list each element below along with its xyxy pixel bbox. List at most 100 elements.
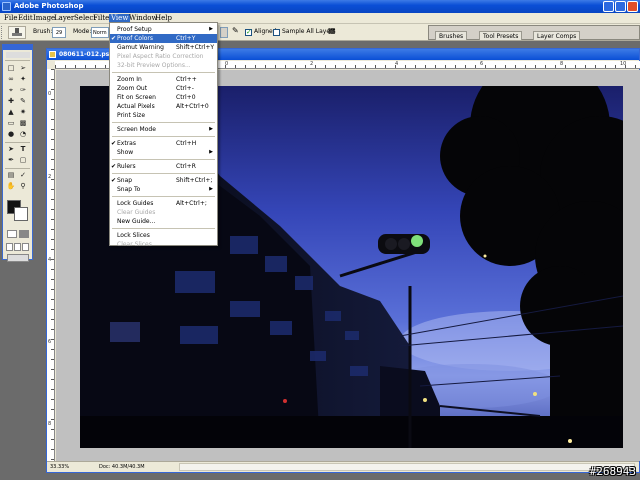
eraser-tool-icon[interactable]: ▭: [6, 119, 16, 128]
menu-item-shortcut: Alt+Ctrl+0: [176, 103, 209, 110]
ruler-top-label: 0: [225, 61, 229, 67]
view-menu-item-show[interactable]: Show ▶: [110, 148, 217, 157]
document-size[interactable]: Doc: 40.3M/40.3M: [99, 464, 145, 470]
view-menu-item-32-bit-preview-options: 32-bit Preview Options...: [110, 61, 217, 70]
view-menu-item-print-size[interactable]: Print Size: [110, 111, 217, 120]
menu-item-shortcut: Ctrl++: [176, 76, 197, 83]
view-menu-item-zoom-in[interactable]: Zoom In Ctrl++: [110, 75, 217, 84]
view-menu-item-rulers[interactable]: ✔ Rulers Ctrl+R: [110, 162, 217, 171]
menu-item-label: New Guide...: [117, 218, 156, 225]
gradient-tool-icon[interactable]: ▩: [18, 119, 28, 128]
eyedropper-tool-icon[interactable]: ✓: [18, 171, 28, 180]
menu-bar: File Edit Image Layer Select Filter View…: [0, 13, 640, 24]
tab-layer-comps[interactable]: Layer Comps: [533, 31, 581, 40]
blur-tool-icon[interactable]: ●: [6, 130, 16, 139]
ruler-top-label: 6: [480, 61, 484, 67]
tab-tool-presets[interactable]: Tool Presets: [479, 31, 523, 40]
hand-tool-icon[interactable]: ✋: [6, 182, 16, 191]
screen-mode-full-menu-icon[interactable]: [14, 243, 21, 251]
checkmark-icon: ✔: [111, 35, 117, 42]
document-icon: [49, 51, 56, 58]
toolbox-divider: [5, 168, 30, 169]
jump-to-imageready-icon[interactable]: [7, 254, 29, 262]
quick-mask-mode-icon[interactable]: [19, 230, 29, 238]
submenu-arrow-icon: ▶: [209, 126, 213, 132]
view-menu-item-extras[interactable]: ✔ Extras Ctrl+H: [110, 139, 217, 148]
photoshop-app-icon: [2, 2, 11, 11]
menu-item-label: Snap: [117, 177, 133, 184]
view-menu-item-lock-slices[interactable]: Lock Slices: [110, 231, 217, 240]
view-menu-item-actual-pixels[interactable]: Actual Pixels Alt+Ctrl+0: [110, 102, 217, 111]
mode-value: Norm: [93, 30, 107, 36]
submenu-arrow-icon: ▶: [209, 149, 213, 155]
background-color-swatch[interactable]: [14, 207, 28, 221]
brush-tool-icon[interactable]: ✎: [18, 97, 28, 106]
crop-tool-icon[interactable]: ⌖: [6, 86, 16, 95]
clone-stamp-icon[interactable]: ▲: [6, 108, 16, 117]
shape-tool-icon[interactable]: ▢: [18, 156, 28, 165]
view-menu-item-clear-slices: Clear Slices: [110, 240, 217, 249]
view-menu-item-new-guide[interactable]: New Guide...: [110, 217, 217, 226]
zoom-level[interactable]: 33.33%: [50, 464, 69, 470]
view-menu-item-lock-guides[interactable]: Lock Guides Alt+Ctrl+;: [110, 199, 217, 208]
mode-dropdown-arrow-icon[interactable]: [220, 27, 228, 38]
view-menu-item-fit-on-screen[interactable]: Fit on Screen Ctrl+0: [110, 93, 217, 102]
options-grip[interactable]: [1, 26, 4, 39]
ruler-top-label: 2: [310, 61, 314, 67]
view-menu-dropdown: Proof Setup ▶ ✔ Proof Colors Ctrl+Y Gamut War…: [109, 22, 218, 249]
close-icon[interactable]: [627, 1, 638, 12]
notes-tool-icon[interactable]: ▤: [6, 171, 16, 180]
marquee-tool-icon[interactable]: □: [6, 64, 16, 73]
history-brush-icon[interactable]: ✷: [18, 108, 28, 117]
menu-item-label: Snap To: [117, 186, 141, 193]
minimize-icon[interactable]: [603, 1, 614, 12]
vertical-ruler[interactable]: 0 2 4 6 8: [47, 69, 55, 461]
aligned-checkbox[interactable]: [245, 28, 252, 36]
screen-mode-full-icon[interactable]: [22, 243, 29, 251]
view-menu-item-zoom-out[interactable]: Zoom Out Ctrl+-: [110, 84, 217, 93]
view-menu-item-pixel-aspect-ratio-correction: Pixel Aspect Ratio Correction: [110, 52, 217, 61]
submenu-arrow-icon: ▶: [209, 186, 213, 192]
healing-brush-tool-icon[interactable]: ✚: [6, 97, 16, 106]
mode-select[interactable]: Norm: [91, 27, 109, 38]
ruler-left-label: 8: [48, 421, 52, 427]
menu-separator: [112, 122, 215, 123]
menu-item-shortcut: Alt+Ctrl+;: [176, 200, 207, 207]
dodge-tool-icon[interactable]: ◔: [18, 130, 28, 139]
view-menu-item-proof-setup[interactable]: Proof Setup ▶: [110, 25, 217, 34]
menu-separator: [112, 136, 215, 137]
clone-stamp-tool-icon[interactable]: [8, 26, 26, 39]
view-menu-item-screen-mode[interactable]: Screen Mode ▶: [110, 125, 217, 134]
standard-mode-icon[interactable]: [7, 230, 17, 238]
brush-size: 29: [55, 30, 63, 36]
move-tool-icon[interactable]: ➢: [18, 64, 28, 73]
type-tool-icon[interactable]: T: [18, 145, 28, 154]
airbrush-icon[interactable]: ✎: [232, 26, 239, 35]
view-menu-item-snap[interactable]: ✔ Snap Shift+Ctrl+;: [110, 176, 217, 185]
path-selection-tool-icon[interactable]: ➤: [6, 145, 16, 154]
menu-separator: [112, 72, 215, 73]
brush-picker[interactable]: 29: [52, 27, 66, 38]
menu-separator: [112, 228, 215, 229]
sample-all-layers-checkbox[interactable]: [273, 29, 280, 36]
pen-tool-icon[interactable]: ✒: [6, 156, 16, 165]
menu-separator: [112, 173, 215, 174]
menu-item-shortcut: Ctrl+-: [176, 85, 194, 92]
menu-item-shortcut: Ctrl+0: [176, 94, 196, 101]
zoom-tool-icon[interactable]: ⚲: [18, 182, 28, 191]
maximize-icon[interactable]: [615, 1, 626, 12]
magic-wand-tool-icon[interactable]: ✦: [18, 75, 28, 84]
view-menu-item-proof-colors[interactable]: ✔ Proof Colors Ctrl+Y: [110, 34, 217, 43]
screen-mode-standard-icon[interactable]: [6, 243, 13, 251]
menu-item-label: Lock Guides: [117, 200, 154, 207]
pattern-icon[interactable]: ▦: [328, 26, 336, 35]
tab-brushes[interactable]: Brushes: [435, 31, 468, 40]
lasso-tool-icon[interactable]: ∞: [6, 75, 16, 84]
ruler-top-label: 4: [395, 61, 399, 67]
menu-item-label: Proof Setup: [117, 26, 152, 33]
menu-item-label: Clear Guides: [117, 209, 156, 216]
view-menu-item-gamut-warning[interactable]: Gamut Warning Shift+Ctrl+Y: [110, 43, 217, 52]
view-menu-item-snap-to[interactable]: Snap To ▶: [110, 185, 217, 194]
slice-tool-icon[interactable]: ✑: [18, 86, 28, 95]
horizontal-scrollbar[interactable]: [179, 463, 635, 471]
